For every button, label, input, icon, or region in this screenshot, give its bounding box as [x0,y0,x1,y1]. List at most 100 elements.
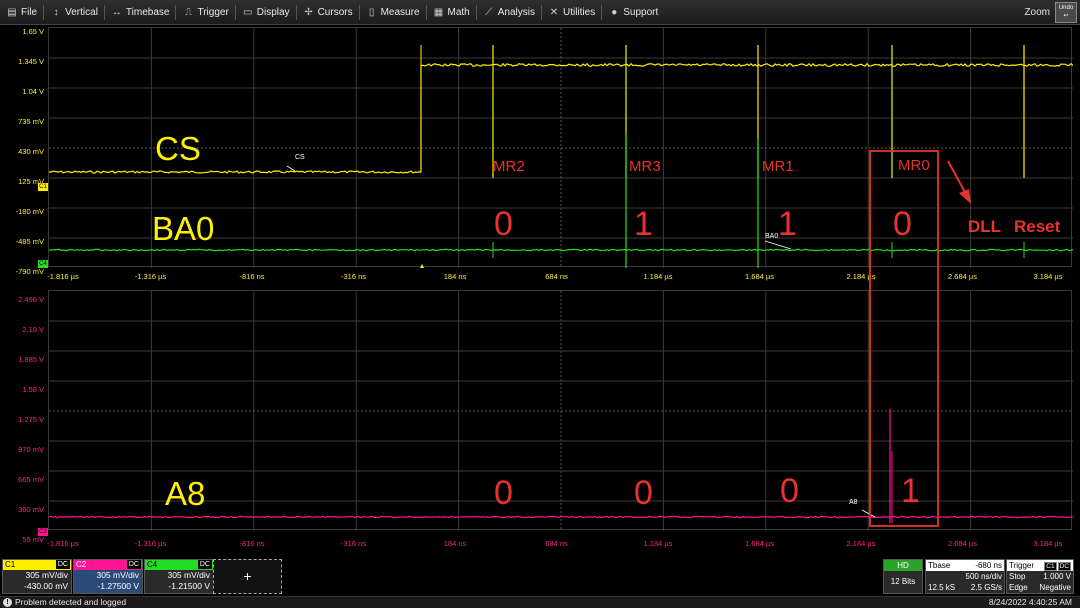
utilities-icon: ✕ [549,6,559,18]
y-axis-label: 1.58 V [22,385,44,394]
x-axis-label: 3.184 µs [1033,272,1063,281]
trigger-level: 1.000 V [1043,572,1071,581]
x-axis-label: 2.684 µs [948,539,977,548]
y-axis-label: 2.19 V [22,325,44,334]
reset-label: Reset [1014,217,1061,236]
menu-label: Support [623,6,659,18]
a8-bit-mr1: 0 [780,472,799,510]
a8-bit-mr2: 0 [494,474,513,512]
x-axis-label: -816 ns [239,539,265,548]
ba0-annotation: BA0 [152,210,215,247]
channel-offset: -1.21500 V [168,581,210,591]
menu-file[interactable]: ▤ File [0,0,43,25]
support-icon: ● [611,6,618,18]
channel-scale: 305 mV/div [25,570,68,580]
x-axis-label: 3.184 µs [1033,539,1063,548]
timebase-delay: -680 ns [975,561,1002,570]
warning-icon[interactable]: ! [3,598,12,607]
dll-label: DLL [968,217,1002,236]
y-axis-label: 1.65 V [22,27,44,36]
menu-label: Utilities [562,6,596,18]
ba0-trace-tag: BA0 [765,233,779,240]
a8-trace [49,515,1073,519]
channel-name: C2 [76,560,87,569]
menu-measure[interactable]: ▯ Measure [360,0,426,25]
hd-descriptor[interactable]: HD 12 Bits [883,559,923,594]
add-channel-button[interactable]: + [213,559,282,594]
x-axis-label: 1.184 µs [643,539,673,548]
y-axis-label: 665 mV [18,475,44,484]
y-axis-label: 735 mV [18,117,44,126]
mr0-label: MR0 [898,157,930,174]
math-icon: ▦ [433,6,444,18]
menu-label: Trigger [197,6,229,18]
trigger-type: Edge [1009,583,1028,592]
x-axis-label: -1.316 µs [134,272,167,281]
y-axis-label: -485 mV [15,237,44,246]
x-axis-label: 1.684 µs [745,272,774,281]
menu-label: Math [447,6,470,18]
mr3-label: MR3 [629,158,661,175]
menu-vertical[interactable]: ↕ Vertical [44,0,104,25]
menu-cursors[interactable]: ✢ Cursors [297,0,359,25]
y-axis-label: 1.345 V [18,57,44,66]
channel-name: C4 [147,560,158,569]
y-axis-label: 1.04 V [22,87,44,96]
c2-level-marker[interactable]: C2 [38,528,48,536]
cs-trace-high [420,62,1073,68]
menu-label: Cursors [317,6,353,18]
a8-annotation: A8 [165,475,206,512]
menu-support[interactable]: ● Support [602,0,664,25]
menu-analysis[interactable]: ⟋ Analysis [477,0,541,25]
menu-display[interactable]: ▭ Display [236,0,296,25]
ba0-bit-mr3: 1 [634,205,653,243]
status-message[interactable]: Problem detected and logged [15,597,126,608]
measure-icon: ▯ [368,6,375,18]
x-axis-label: 184 ns [443,272,467,281]
channel-descriptor-c1[interactable]: C1 DC 305 mV/div -430.00 mV [2,559,72,594]
c1-level-marker[interactable]: C1 [38,183,48,191]
timebase-rate: 2.5 GS/s [970,583,1002,592]
undo-label: Undo [1058,5,1074,11]
menu-label: Analysis [497,6,535,18]
trigger-icon: ⎍ [184,6,192,18]
cs-trace-low [49,170,422,174]
cs-tag-leader [286,165,296,172]
a8-bit-mr3: 0 [634,474,653,512]
trigger-label: Trigger [1009,561,1035,570]
x-axis-label: 1.684 µs [745,539,774,548]
menu-utilities[interactable]: ✕ Utilities [542,0,601,25]
y-axis-label: 1.275 V [18,415,44,424]
y-axis-label: 2.496 V [18,295,44,304]
undo-button[interactable]: Undo ↩ [1055,2,1077,23]
y-axis-label: 430 mV [18,147,44,156]
menu-math[interactable]: ▦ Math [427,0,476,25]
trigger-source-badge: C1 [1044,562,1057,571]
channel-descriptor-c2[interactable]: C2 DC 305 mV/div -1.27500 V [73,559,143,594]
channel-offset: -1.27500 V [97,581,139,591]
y-axis-label: 970 mV [18,445,44,454]
timebase-samples: 12.5 kS [928,583,956,592]
menu-label: Display [256,6,290,18]
trigger-descriptor[interactable]: Trigger C1 DC Stop 1.000 V Edge Negative [1006,559,1074,594]
status-bar: ! Problem detected and logged 8/24/2022 … [0,596,1080,608]
timebase-descriptor[interactable]: Tbase -680 ns 500 ns/div 12.5 kS 2.5 GS/s [925,559,1005,594]
ba0-bit-mr1: 1 [778,205,797,243]
channel-descriptor-c4[interactable]: C4 DC 305 mV/div -1.21500 V [144,559,214,594]
menu-timebase[interactable]: ↔ Timebase [105,0,176,25]
channel-offset: -430.00 mV [24,581,68,591]
analysis-icon: ⟋ [485,6,493,18]
menu-trigger[interactable]: ⎍ Trigger [176,0,234,25]
channel-header: C4 DC [145,560,213,570]
menu-label: File [21,6,38,18]
channel-coupling: DC [197,560,212,569]
y-axis-label: -180 mV [15,207,44,216]
x-axis-label: 684 ns [545,272,568,281]
x-axis-label: 1.184 µs [643,272,673,281]
x-axis-label: -1.316 µs [134,539,167,548]
cs-trace-tag: CS [295,154,305,161]
trigger-coupling-badge: DC [1057,562,1071,571]
c4-level-marker[interactable]: C4 [38,260,48,268]
x-axis-label: 184 ns [443,539,467,548]
zoom-button[interactable]: Zoom [1024,7,1050,18]
